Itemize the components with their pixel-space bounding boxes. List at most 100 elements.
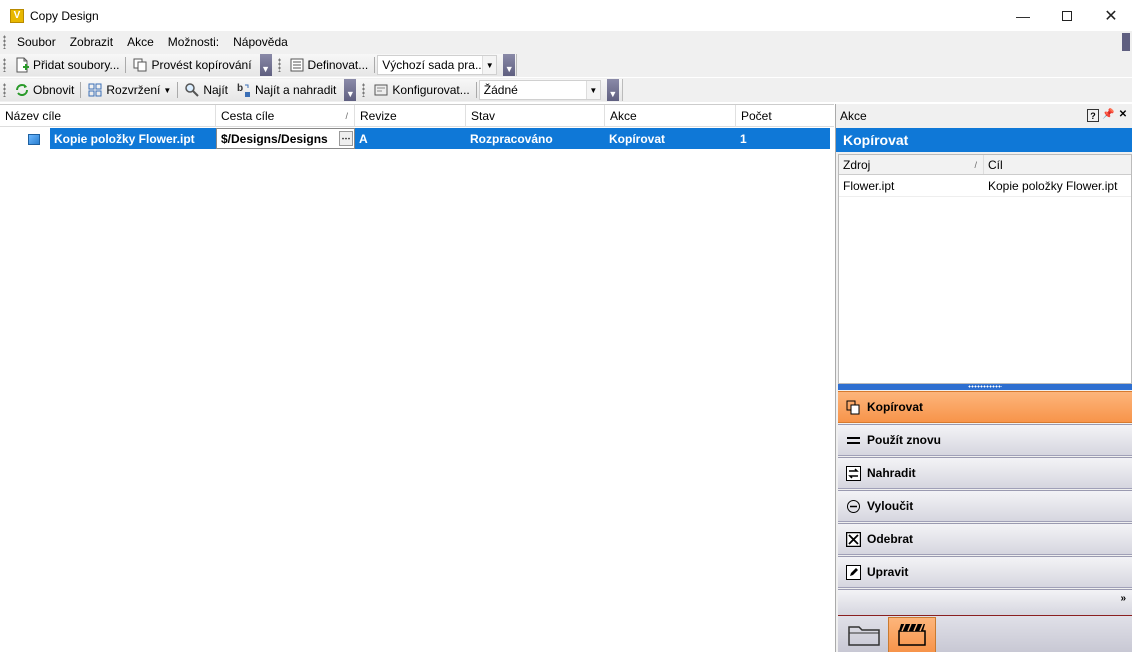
cell-state[interactable]: Rozpracováno <box>466 128 605 149</box>
define-button[interactable]: Definovat... <box>285 55 373 75</box>
refresh-button[interactable]: Obnovit <box>10 80 78 100</box>
separator <box>80 82 82 98</box>
menu-view[interactable]: Zobrazit <box>63 35 120 49</box>
chevron-down-icon: ▼ <box>482 56 497 74</box>
menu-grip[interactable] <box>3 35 6 49</box>
browse-button[interactable]: ⋯ <box>339 131 353 146</box>
toolbar-grip[interactable] <box>277 58 281 72</box>
cell-target-path[interactable]: $/Designs/Designs ⋯ <box>216 128 355 149</box>
copy-files-icon <box>132 57 148 73</box>
column-action[interactable]: Akce <box>605 105 736 127</box>
list-icon <box>289 57 305 73</box>
menu-bar: Soubor Zobrazit Akce Možnosti: Nápověda <box>0 31 1132 53</box>
column-target[interactable]: Cíl <box>984 155 1131 174</box>
minimize-button[interactable]: — <box>1000 0 1046 31</box>
panel-heading: Kopírovat <box>836 128 1132 152</box>
action-reuse-button[interactable]: Použít znovu <box>838 424 1132 456</box>
edit-icon <box>846 564 861 580</box>
toolbar-main: Přidat soubory... Provést kopírování ▼ D… <box>0 53 1132 77</box>
search-icon <box>184 82 200 98</box>
cell-count[interactable]: 1 <box>736 128 830 149</box>
toolbar-grip[interactable] <box>3 58 6 72</box>
toolbar-overflow[interactable]: ▼ <box>259 54 272 76</box>
find-button[interactable]: Najít <box>180 80 232 100</box>
reuse-icon <box>846 433 861 448</box>
window-title: Copy Design <box>30 8 99 23</box>
action-copy-button[interactable]: Kopírovat <box>838 391 1132 423</box>
column-target-path[interactable]: Cesta cíle / <box>216 105 355 127</box>
refresh-label: Obnovit <box>33 83 75 97</box>
copy-label: Provést kopírování <box>151 58 252 72</box>
sort-icon: / <box>974 159 978 170</box>
define-label: Definovat... <box>307 58 369 72</box>
actions-tab[interactable] <box>888 617 936 652</box>
action-copy-label: Kopírovat <box>867 400 924 414</box>
column-revision[interactable]: Revize <box>355 105 466 127</box>
add-files-button[interactable]: Přidat soubory... <box>10 55 123 75</box>
column-count[interactable]: Počet <box>736 105 834 127</box>
cell-revision[interactable]: A <box>355 128 466 149</box>
more-actions-bar[interactable]: » <box>838 589 1132 615</box>
cell-target-name[interactable]: Kopie položky Flower.ipt <box>50 128 216 149</box>
remove-icon <box>846 531 861 547</box>
new-document-icon <box>14 57 30 73</box>
app-icon: V <box>10 8 24 23</box>
double-chevron-icon: » <box>1120 593 1126 604</box>
help-icon[interactable]: ? <box>1087 109 1099 122</box>
menu-overflow[interactable] <box>1122 33 1130 51</box>
separator <box>125 57 127 73</box>
separator <box>177 82 179 98</box>
actions-panel: Akce ? 📌 ✕ Kopírovat Zdroj / Cíl Flower.i… <box>835 104 1132 652</box>
action-exclude-button[interactable]: Vyloučit <box>838 490 1132 522</box>
action-replace-button[interactable]: Nahradit <box>838 457 1132 489</box>
find-replace-button[interactable]: b Najít a nahradit <box>232 80 340 100</box>
column-target-name[interactable]: Název cíle <box>0 105 216 127</box>
table-row[interactable]: Flower.ipt Kopie položky Flower.ipt <box>839 175 1131 197</box>
copy-button[interactable]: Provést kopírování <box>128 55 255 75</box>
menu-help[interactable]: Nápověda <box>226 35 295 49</box>
cell-action[interactable]: Kopírovat <box>605 128 736 149</box>
menu-options[interactable]: Možnosti: <box>161 35 226 49</box>
find-replace-icon: b <box>236 82 252 98</box>
panel-bottom-tabs <box>838 615 1132 652</box>
toolbar-overflow[interactable]: ▼ <box>503 54 516 76</box>
panel-title: Akce <box>840 109 867 123</box>
column-state[interactable]: Stav <box>466 105 605 127</box>
menu-actions[interactable]: Akce <box>120 35 161 49</box>
source-target-table: Zdroj / Cíl Flower.ipt Kopie položky Flow… <box>838 154 1132 384</box>
toolbar-grip[interactable] <box>362 83 366 97</box>
layout-grid-icon <box>87 82 103 98</box>
folder-icon <box>847 621 881 650</box>
action-remove-button[interactable]: Odebrat <box>838 523 1132 555</box>
action-edit-label: Upravit <box>867 565 909 579</box>
column-source-label: Zdroj <box>843 157 871 172</box>
cell-source: Flower.ipt <box>843 178 895 193</box>
table-row[interactable]: Kopie položky Flower.ipt $/Designs/Desig… <box>0 128 834 150</box>
refresh-icon <box>14 82 30 98</box>
layout-button[interactable]: Rozvržení ▼ <box>83 80 175 100</box>
action-edit-button[interactable]: Upravit <box>838 556 1132 588</box>
toolbar-overflow[interactable]: ▼ <box>606 79 619 101</box>
find-label: Najít <box>203 83 228 97</box>
toolbar-overflow[interactable]: ▼ <box>344 79 357 101</box>
close-icon[interactable]: ✕ <box>1117 109 1129 122</box>
default-set-value: Výchozí sada pra... <box>382 58 485 72</box>
replace-icon <box>846 465 861 481</box>
column-source[interactable]: Zdroj / <box>839 155 985 174</box>
pin-icon[interactable]: 📌 <box>1102 109 1114 122</box>
toolbar-grip[interactable] <box>3 83 6 97</box>
action-remove-label: Odebrat <box>867 532 914 546</box>
svg-text:b: b <box>237 83 243 94</box>
separator <box>374 57 376 73</box>
filter-dropdown[interactable]: Žádné ▼ <box>478 80 601 100</box>
folder-tab[interactable] <box>840 617 888 652</box>
action-reuse-label: Použít znovu <box>867 433 941 447</box>
close-button[interactable]: ✕ <box>1088 0 1132 31</box>
maximize-button[interactable] <box>1044 0 1090 31</box>
cell-target: Kopie položky Flower.ipt <box>988 178 1118 193</box>
panel-splitter[interactable] <box>838 384 1132 390</box>
menu-file[interactable]: Soubor <box>10 35 63 49</box>
configure-button[interactable]: Konfigurovat... <box>369 80 473 100</box>
default-set-dropdown[interactable]: Výchozí sada pra... ▼ <box>377 55 498 75</box>
filter-value: Žádné <box>483 83 518 97</box>
